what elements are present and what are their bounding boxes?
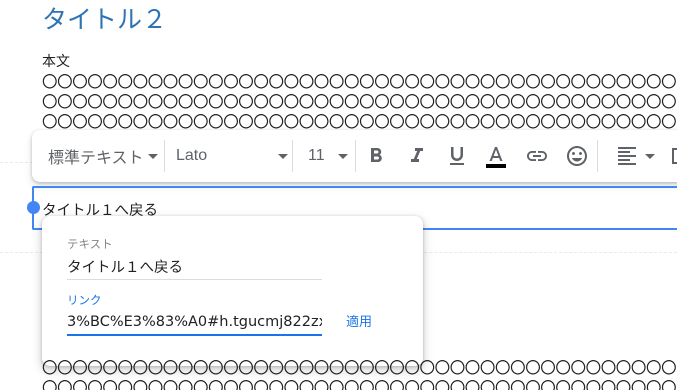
font-family-select[interactable]: Lato bbox=[176, 130, 288, 182]
italic-button[interactable] bbox=[405, 144, 429, 168]
underline-icon bbox=[450, 147, 464, 165]
text-field-label: テキスト bbox=[67, 237, 113, 251]
circle-text-line: 〇〇〇〇〇〇〇〇〇〇〇〇〇〇〇〇〇〇〇〇〇〇〇〇〇〇〇〇〇〇〇〇〇〇〇〇〇〇〇〇… bbox=[42, 379, 677, 390]
toolbar-divider bbox=[355, 140, 356, 172]
insert-link-button[interactable] bbox=[525, 144, 549, 168]
bold-icon bbox=[371, 148, 382, 162]
chevron-down-icon[interactable] bbox=[645, 154, 655, 159]
circle-text-line: 〇〇〇〇〇〇〇〇〇〇〇〇〇〇〇〇〇〇〇〇〇〇〇〇〇〇〇〇〇〇〇〇〇〇〇〇〇〇〇〇… bbox=[42, 359, 677, 377]
circle-text-line: 〇〇〇〇〇〇〇〇〇〇〇〇〇〇〇〇〇〇〇〇〇〇〇〇〇〇〇〇〇〇〇〇〇〇〇〇〇〇〇〇… bbox=[42, 113, 677, 131]
text-color-button[interactable] bbox=[484, 144, 508, 168]
bold-button[interactable] bbox=[364, 144, 388, 168]
floating-toolbar: 標準テキスト Lato 11 bbox=[32, 130, 677, 182]
text-field-underline bbox=[67, 279, 322, 280]
link-field-label: リンク bbox=[67, 293, 102, 307]
toolbar-divider bbox=[164, 140, 165, 172]
chevron-down-icon bbox=[337, 153, 348, 159]
circle-text-line: 〇〇〇〇〇〇〇〇〇〇〇〇〇〇〇〇〇〇〇〇〇〇〇〇〇〇〇〇〇〇〇〇〇〇〇〇〇〇〇〇… bbox=[42, 93, 677, 111]
link-url-input[interactable] bbox=[67, 309, 322, 335]
underline-button[interactable] bbox=[445, 144, 469, 168]
chevron-down-icon bbox=[147, 153, 158, 159]
chevron-down-icon bbox=[278, 153, 288, 159]
paragraph-style-label: 標準テキスト bbox=[48, 150, 144, 167]
font-size-label: 11 bbox=[308, 147, 325, 164]
apply-button[interactable]: 適用 bbox=[338, 308, 380, 332]
more-toolbar-icon[interactable] bbox=[672, 148, 677, 164]
emoji-icon bbox=[567, 146, 587, 166]
text-color-icon bbox=[486, 147, 506, 168]
link-icon bbox=[527, 151, 547, 161]
link-field-underline bbox=[67, 334, 322, 336]
align-left-icon bbox=[618, 147, 636, 165]
cursor-handle[interactable] bbox=[27, 201, 40, 214]
circle-text-line: 〇〇〇〇〇〇〇〇〇〇〇〇〇〇〇〇〇〇〇〇〇〇〇〇〇〇〇〇〇〇〇〇〇〇〇〇〇〇〇〇… bbox=[42, 73, 677, 91]
toolbar-divider bbox=[597, 140, 598, 172]
toolbar-divider bbox=[292, 140, 293, 172]
body-text-label: 本文 bbox=[42, 54, 70, 70]
font-family-label: Lato bbox=[176, 147, 208, 164]
italic-icon bbox=[411, 148, 423, 162]
page-title: タイトル２ bbox=[42, 5, 168, 34]
insert-emoji-button[interactable] bbox=[565, 144, 589, 168]
link-edit-dialog: テキスト リンク 適用 bbox=[42, 216, 423, 366]
font-size-select[interactable]: 11 bbox=[308, 130, 348, 182]
link-text-input[interactable] bbox=[67, 253, 322, 279]
align-button[interactable] bbox=[615, 144, 639, 168]
paragraph-style-select[interactable]: 標準テキスト bbox=[48, 130, 158, 182]
